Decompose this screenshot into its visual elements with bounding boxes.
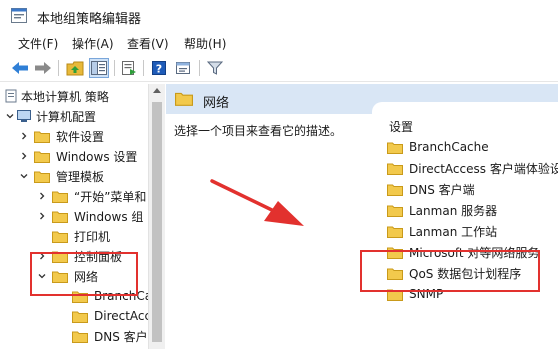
annotation-arrow-icon (210, 179, 304, 226)
